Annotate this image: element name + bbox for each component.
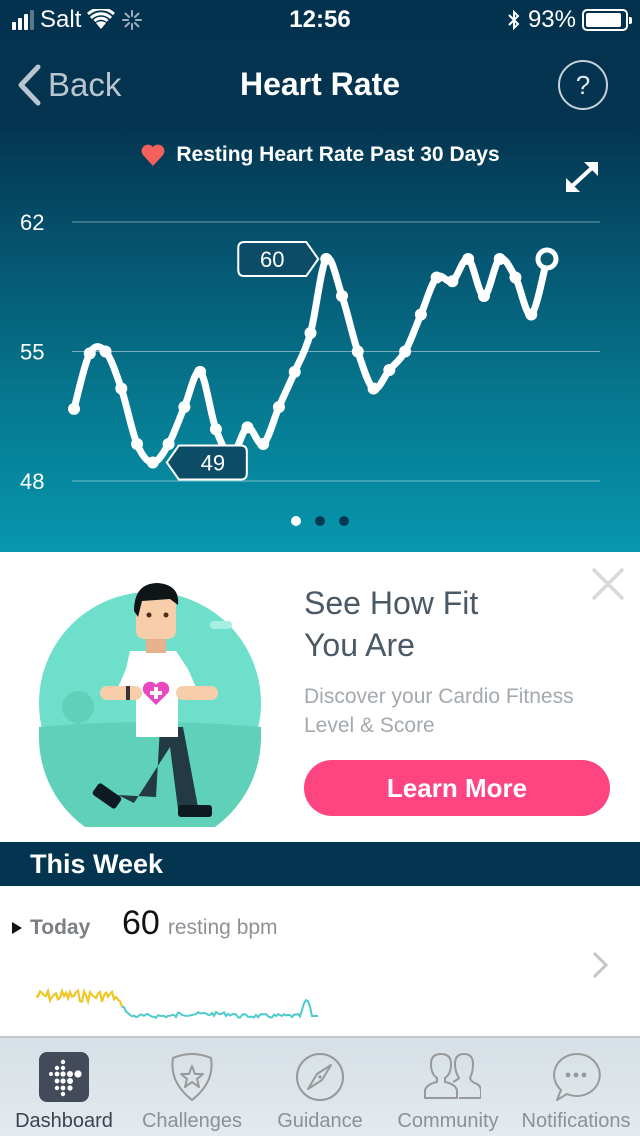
data-point — [115, 382, 128, 395]
data-point — [477, 290, 490, 302]
resting-bpm-value: 60 — [122, 904, 160, 942]
status-bar: Salt 12:56 93% — [0, 0, 640, 40]
min-callout-label: 49 — [201, 451, 225, 476]
data-point — [99, 345, 112, 358]
data-point — [68, 402, 80, 415]
cardio-fitness-promo: See How Fit You Are Discover your Cardio… — [0, 552, 640, 842]
tab-bar: Dashboard Challenges Guidance Community … — [0, 1036, 640, 1136]
promo-title-line: See How Fit — [304, 585, 479, 621]
y-tick-label: 62 — [20, 210, 44, 235]
data-point — [272, 401, 285, 413]
tab-guidance[interactable]: Guidance — [256, 1038, 384, 1136]
tab-label: Guidance — [277, 1110, 363, 1132]
data-point — [194, 365, 207, 378]
play-triangle-icon — [12, 922, 22, 934]
resting-heart-rate-chart: 62 55 48 60 49 — [20, 210, 600, 494]
today-heart-rate-sparkline — [36, 987, 318, 1020]
data-point — [304, 327, 317, 339]
promo-title: See How Fit You Are — [304, 582, 604, 666]
data-point — [320, 253, 333, 265]
tab-label: Community — [397, 1110, 499, 1132]
tab-challenges[interactable]: Challenges — [128, 1038, 256, 1136]
data-point — [336, 290, 349, 302]
pager-dot[interactable] — [291, 516, 301, 526]
tab-label: Notifications — [521, 1110, 631, 1132]
expand-icon[interactable] — [564, 160, 600, 194]
promo-description-line: Discover your Cardio Fitness — [304, 685, 574, 708]
chart-pager[interactable] — [0, 516, 640, 526]
data-point — [146, 456, 159, 469]
data-point — [399, 345, 412, 358]
close-icon[interactable] — [590, 566, 626, 602]
data-point — [257, 438, 270, 450]
people-icon — [424, 1053, 481, 1099]
y-tick-label: 55 — [20, 340, 44, 365]
tab-label: Dashboard — [15, 1110, 113, 1132]
heart-icon — [141, 144, 165, 166]
promo-title-line: You Are — [304, 627, 415, 663]
data-point — [162, 438, 175, 450]
data-point — [367, 382, 380, 395]
battery-percent: 93% — [527, 6, 576, 33]
chat-bubble-icon — [553, 1052, 601, 1101]
data-point — [462, 253, 475, 265]
this-week-header: This Week — [0, 842, 640, 886]
chevron-right-icon[interactable] — [590, 950, 610, 980]
data-point — [131, 438, 144, 450]
help-button[interactable]: ? — [558, 60, 608, 110]
today-label-text: Today — [30, 916, 91, 939]
data-point — [493, 253, 506, 265]
today-value: 60 resting bpm — [122, 904, 278, 943]
data-point — [509, 271, 522, 284]
pager-dot[interactable] — [315, 516, 325, 526]
data-point — [178, 401, 191, 413]
data-point — [446, 275, 459, 288]
chart-title: Resting Heart Rate Past 30 Days — [0, 143, 640, 167]
pager-dot[interactable] — [339, 516, 349, 526]
badge-star-icon — [171, 1053, 213, 1102]
tab-community[interactable]: Community — [384, 1038, 512, 1136]
nav-bar: Back Heart Rate ? — [0, 50, 640, 120]
today-label: Today — [12, 916, 90, 940]
promo-description: Discover your Cardio Fitness Level & Sco… — [304, 682, 624, 740]
promo-description-line: Level & Score — [304, 714, 435, 737]
tab-dashboard[interactable]: Dashboard — [0, 1038, 128, 1136]
series-line — [70, 254, 551, 466]
last-data-point — [535, 247, 559, 271]
data-point — [209, 423, 222, 436]
data-point — [414, 308, 427, 321]
data-point — [241, 421, 254, 434]
sparkline-elevated — [36, 987, 123, 1007]
bluetooth-icon — [508, 9, 520, 31]
data-point — [430, 271, 443, 284]
battery-icon — [582, 9, 632, 31]
compass-icon — [296, 1053, 344, 1101]
today-row[interactable]: Today 60 resting bpm — [0, 886, 640, 1036]
data-point — [383, 364, 396, 376]
data-point — [83, 347, 96, 360]
heart-rate-hero: Salt 12:56 93% Back Heart Rate ? Resting… — [0, 0, 640, 552]
data-point — [351, 345, 364, 358]
fitness-illustration — [39, 583, 261, 827]
y-tick-label: 48 — [20, 469, 44, 494]
learn-more-button[interactable]: Learn More — [304, 760, 610, 816]
tab-label: Challenges — [141, 1110, 243, 1132]
tab-notifications[interactable]: Notifications — [512, 1038, 640, 1136]
help-icon: ? — [575, 69, 591, 100]
data-point — [288, 365, 301, 378]
resting-bpm-unit: resting bpm — [167, 916, 278, 939]
page-title: Heart Rate — [239, 66, 401, 102]
chart-title-text: Resting Heart Rate Past 30 Days — [176, 143, 500, 166]
data-point — [525, 308, 538, 321]
max-callout-label: 60 — [260, 247, 284, 272]
fitbit-logo-icon — [39, 1052, 89, 1102]
